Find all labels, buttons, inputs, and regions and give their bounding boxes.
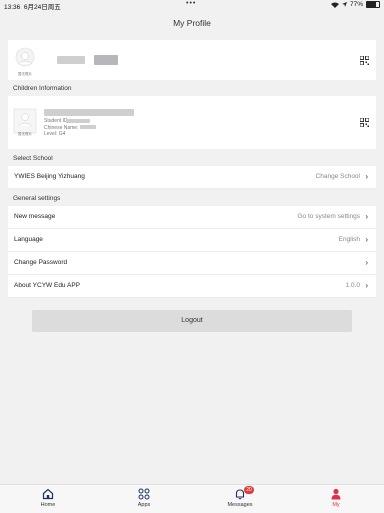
battery-percent: 77% xyxy=(349,1,363,8)
page-title: My Profile xyxy=(173,18,211,28)
tab-label: My xyxy=(332,502,340,508)
home-icon xyxy=(42,488,54,500)
tab-messages[interactable]: 20 Messages xyxy=(210,486,270,508)
tab-bar: Home Apps 20 Messages My xyxy=(0,484,384,513)
tab-label: Home xyxy=(40,502,56,508)
settings-item-label: About YCYW Edu APP xyxy=(14,282,80,289)
chevron-right-icon: › xyxy=(365,235,368,244)
settings-item-label: Change Password xyxy=(14,259,68,266)
child-avatar: 暂无照片 xyxy=(13,105,37,137)
avatar: 暂无照片 xyxy=(13,47,37,76)
settings-item-label: Language xyxy=(14,236,43,243)
chinese-name-redacted xyxy=(80,125,96,129)
user-name-redacted xyxy=(57,56,85,64)
child-name-redacted xyxy=(44,109,134,116)
qr-code-icon[interactable] xyxy=(360,56,369,65)
settings-item-new-message[interactable]: New message Go to system settings › xyxy=(8,206,376,229)
logout-button[interactable]: Logout xyxy=(32,310,352,332)
location-icon xyxy=(341,2,347,7)
settings-item-value: English xyxy=(338,236,360,243)
tab-my[interactable]: My xyxy=(306,488,366,508)
child-card[interactable]: 暂无照片 Student ID: Chinese Name: Level: G4 xyxy=(8,96,376,149)
wifi-icon xyxy=(330,2,339,8)
profile-card[interactable]: 暂无照片 xyxy=(8,40,376,80)
apps-icon xyxy=(138,488,150,500)
tab-apps[interactable]: Apps xyxy=(114,488,174,508)
settings-item-about[interactable]: About YCYW Edu APP 1.0.0 › xyxy=(8,275,376,298)
student-id-redacted xyxy=(66,119,90,123)
school-section-title: Select School xyxy=(13,155,53,162)
avatar-caption: 暂无照片 xyxy=(18,72,32,76)
settings-item-value: Go to system settings xyxy=(297,213,361,220)
tab-label: Messages xyxy=(227,502,253,508)
user-id-redacted xyxy=(94,55,118,65)
children-section-title: Children Information xyxy=(13,85,72,92)
settings-item-label: New message xyxy=(14,213,56,220)
chevron-right-icon: › xyxy=(365,172,368,181)
multitask-dots[interactable]: ••• xyxy=(186,0,196,7)
chevron-right-icon: › xyxy=(365,258,368,267)
status-time: 13:36 6月24日周五 xyxy=(4,4,61,11)
school-name: YWIES Beijing Yizhuang xyxy=(14,173,85,180)
change-school-link[interactable]: Change School xyxy=(316,173,360,180)
settings-section-title: General settings xyxy=(13,195,61,202)
school-row[interactable]: YWIES Beijing Yizhuang Change School › xyxy=(8,166,376,189)
tab-home[interactable]: Home xyxy=(18,488,78,508)
child-qr-code-icon[interactable] xyxy=(360,118,369,127)
status-bar: 13:36 6月24日周五 ••• 77% xyxy=(0,0,384,11)
level-label: Level: G4 xyxy=(44,131,66,137)
chevron-right-icon: › xyxy=(365,281,368,290)
chevron-right-icon: › xyxy=(365,212,368,221)
settings-item-value: 1.0.0 xyxy=(345,282,360,289)
settings-item-change-password[interactable]: Change Password › xyxy=(8,252,376,275)
person-icon xyxy=(331,488,341,500)
settings-item-language[interactable]: Language English › xyxy=(8,229,376,252)
tab-label: Apps xyxy=(137,502,151,508)
child-avatar-caption: 暂无照片 xyxy=(18,132,32,136)
battery-icon xyxy=(366,1,380,8)
messages-badge: 20 xyxy=(244,486,254,494)
